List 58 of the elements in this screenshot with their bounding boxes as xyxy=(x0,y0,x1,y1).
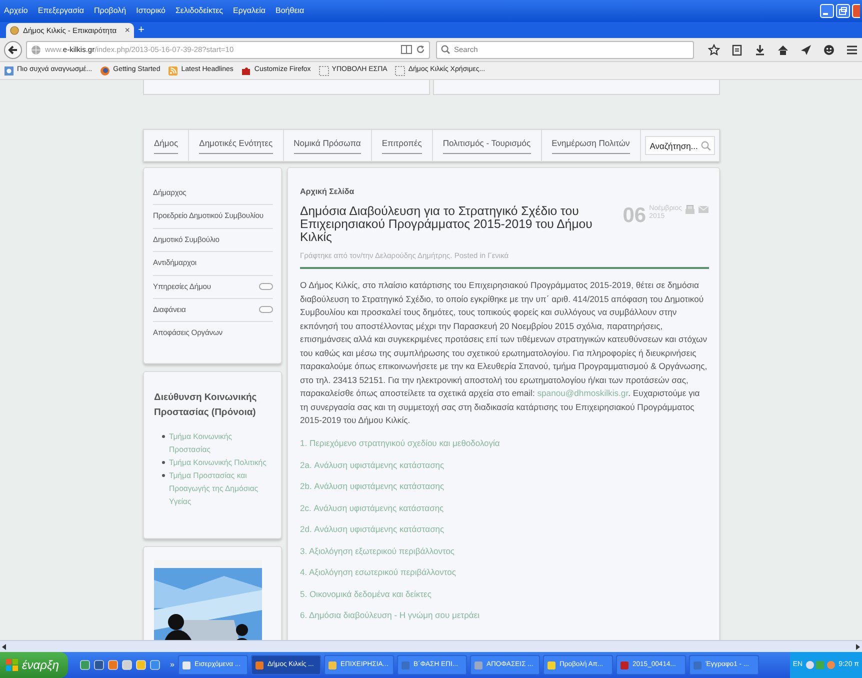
breadcrumb-link[interactable]: Αρχική Σελίδα xyxy=(300,186,709,198)
start-button[interactable]: έναρξη xyxy=(0,652,68,678)
tab-close-button[interactable]: × xyxy=(124,26,130,35)
send-icon[interactable] xyxy=(800,44,812,56)
puzzle-icon xyxy=(241,66,252,76)
section-heading: Διεύθυνση Κοινωνικής Προστασίας (Πρόνοια) xyxy=(154,390,258,420)
close-icon[interactable] xyxy=(852,4,860,18)
feed-icon xyxy=(168,66,178,76)
nav-link[interactable]: Νομικά Πρόσωπα xyxy=(284,130,372,161)
menu-item[interactable]: Αρχείο xyxy=(4,5,28,17)
minimize-icon[interactable] xyxy=(820,4,834,18)
menu-item[interactable]: Επεξεργασία xyxy=(38,5,84,17)
menu-item[interactable]: Σελιδοδείκτες xyxy=(175,5,224,17)
site-search-field[interactable]: Αναζήτηση... xyxy=(644,136,715,155)
bullet-icon xyxy=(162,460,165,464)
expand-toggle-icon[interactable] xyxy=(259,306,273,314)
tray-icons-drawing[interactable] xyxy=(806,660,836,670)
home-icon[interactable] xyxy=(777,44,789,56)
reload-icon[interactable] xyxy=(416,45,425,54)
app-icon xyxy=(182,660,192,670)
nav-link[interactable]: Πολιτισμός - Τουρισμός xyxy=(432,130,542,161)
download-icon[interactable] xyxy=(754,44,766,56)
menu-item[interactable]: Εργαλεία xyxy=(233,5,266,17)
back-icon[interactable] xyxy=(4,40,22,58)
reader-icon[interactable] xyxy=(401,45,412,54)
app-icon xyxy=(328,660,338,670)
bullet-icon xyxy=(162,434,165,438)
app-icon xyxy=(547,660,556,670)
bookmark-star-icon[interactable] xyxy=(708,44,720,56)
menu-item[interactable]: Προβολή xyxy=(94,5,126,17)
smiley-icon[interactable] xyxy=(823,44,835,56)
nav-link[interactable]: Δήμος xyxy=(144,130,190,161)
nav-link[interactable]: Δημοτικές Ενότητες xyxy=(189,130,284,161)
expand-toggle-icon[interactable] xyxy=(259,282,273,290)
horizontal-scrollbar[interactable] xyxy=(0,640,862,652)
nav-link[interactable]: Επιτροπές xyxy=(372,130,433,161)
page-icon xyxy=(4,66,14,76)
menu-item[interactable]: Βοήθεια xyxy=(276,5,304,17)
article-title: Δημόσια Διαβούλευση για το Στρατηγικό Σχέδιο του Επιχειρησιακού Προγράμματος 2015-2019 του Δήμου Κιλκίς xyxy=(300,205,594,244)
blank-page-icon xyxy=(395,66,406,76)
menu-item[interactable]: Ιστορικό xyxy=(136,5,166,17)
new-tab-button[interactable]: + xyxy=(138,24,144,36)
app-icon xyxy=(255,660,264,670)
menu-icon[interactable] xyxy=(846,44,858,56)
more-button[interactable]: » xyxy=(170,659,174,671)
restore-icon[interactable] xyxy=(836,4,850,18)
app-icon xyxy=(620,660,630,670)
app-icon xyxy=(474,660,484,670)
nav-link[interactable]: Ενημέρωση Πολιτών xyxy=(542,130,641,161)
search-icon xyxy=(701,140,711,150)
app-icon xyxy=(693,660,702,670)
clipboard-icon[interactable] xyxy=(731,44,743,56)
windows-logo-icon xyxy=(6,659,18,671)
bullet-icon xyxy=(162,474,165,477)
search-icon xyxy=(441,45,450,54)
blank-page-icon xyxy=(318,66,329,76)
article-paragraph: Ο Δήμος Κιλκίς, στο πλαίσιο κατάρτισης του Επιχειρησιακού Προγράμματος 2015-2019, θέτει σε δημόσια διαβούλευση το Στρατηγικό Σχέδιο, το οποίο εγκρίθηκε με την υπ΄ αριθ. 414/2015 απόφαση του Δημοτικού Συμβουλίου και προσκαλεί τους δημότες, τους τοπικούς φορείς και συλλόγους να συμβάλλουν στην εκπόνησή του αποστέλλοντας μέχρι την Παρασκευή 20 Νοεμβρίου 2015 σχόλια, παρατηρήσεις, επισημάνσεις αλλά και συγκεκριμένες προτάσεις επί των τιθέμενων στρατηγικών κατευθύνσεων και στόχων του καθώς και μέσω της συμπλήρωσης του σχετικού ερωτηματολογίου. Για πληροφορίες ή διευκρινήσεις παρακαλούμε όπως επικοινωνήσετε με την κα Ελευθερία Σπανού, τμήμα Προγραμματισμού & Οργάνωσης, στο τηλ. 23413 52151. Για την ηλεκτρονική αποστολή του ερωτηματολογίου ή/και των προτάσεών σας, παρακαλείσθε όπως αποστείλετε τα σχετικά αρχεία στο email: spanou@dhmoskilkis.gr. Ευχαριστούμε για τη συνεργασία σας και τη συμμετοχή σας στη διαδικασία κατάρτισης του Επιχειρησιακού Προγράμματος 2015-2019 του Δήμου Κιλκίς. xyxy=(300,279,708,428)
app-icon xyxy=(401,660,410,670)
